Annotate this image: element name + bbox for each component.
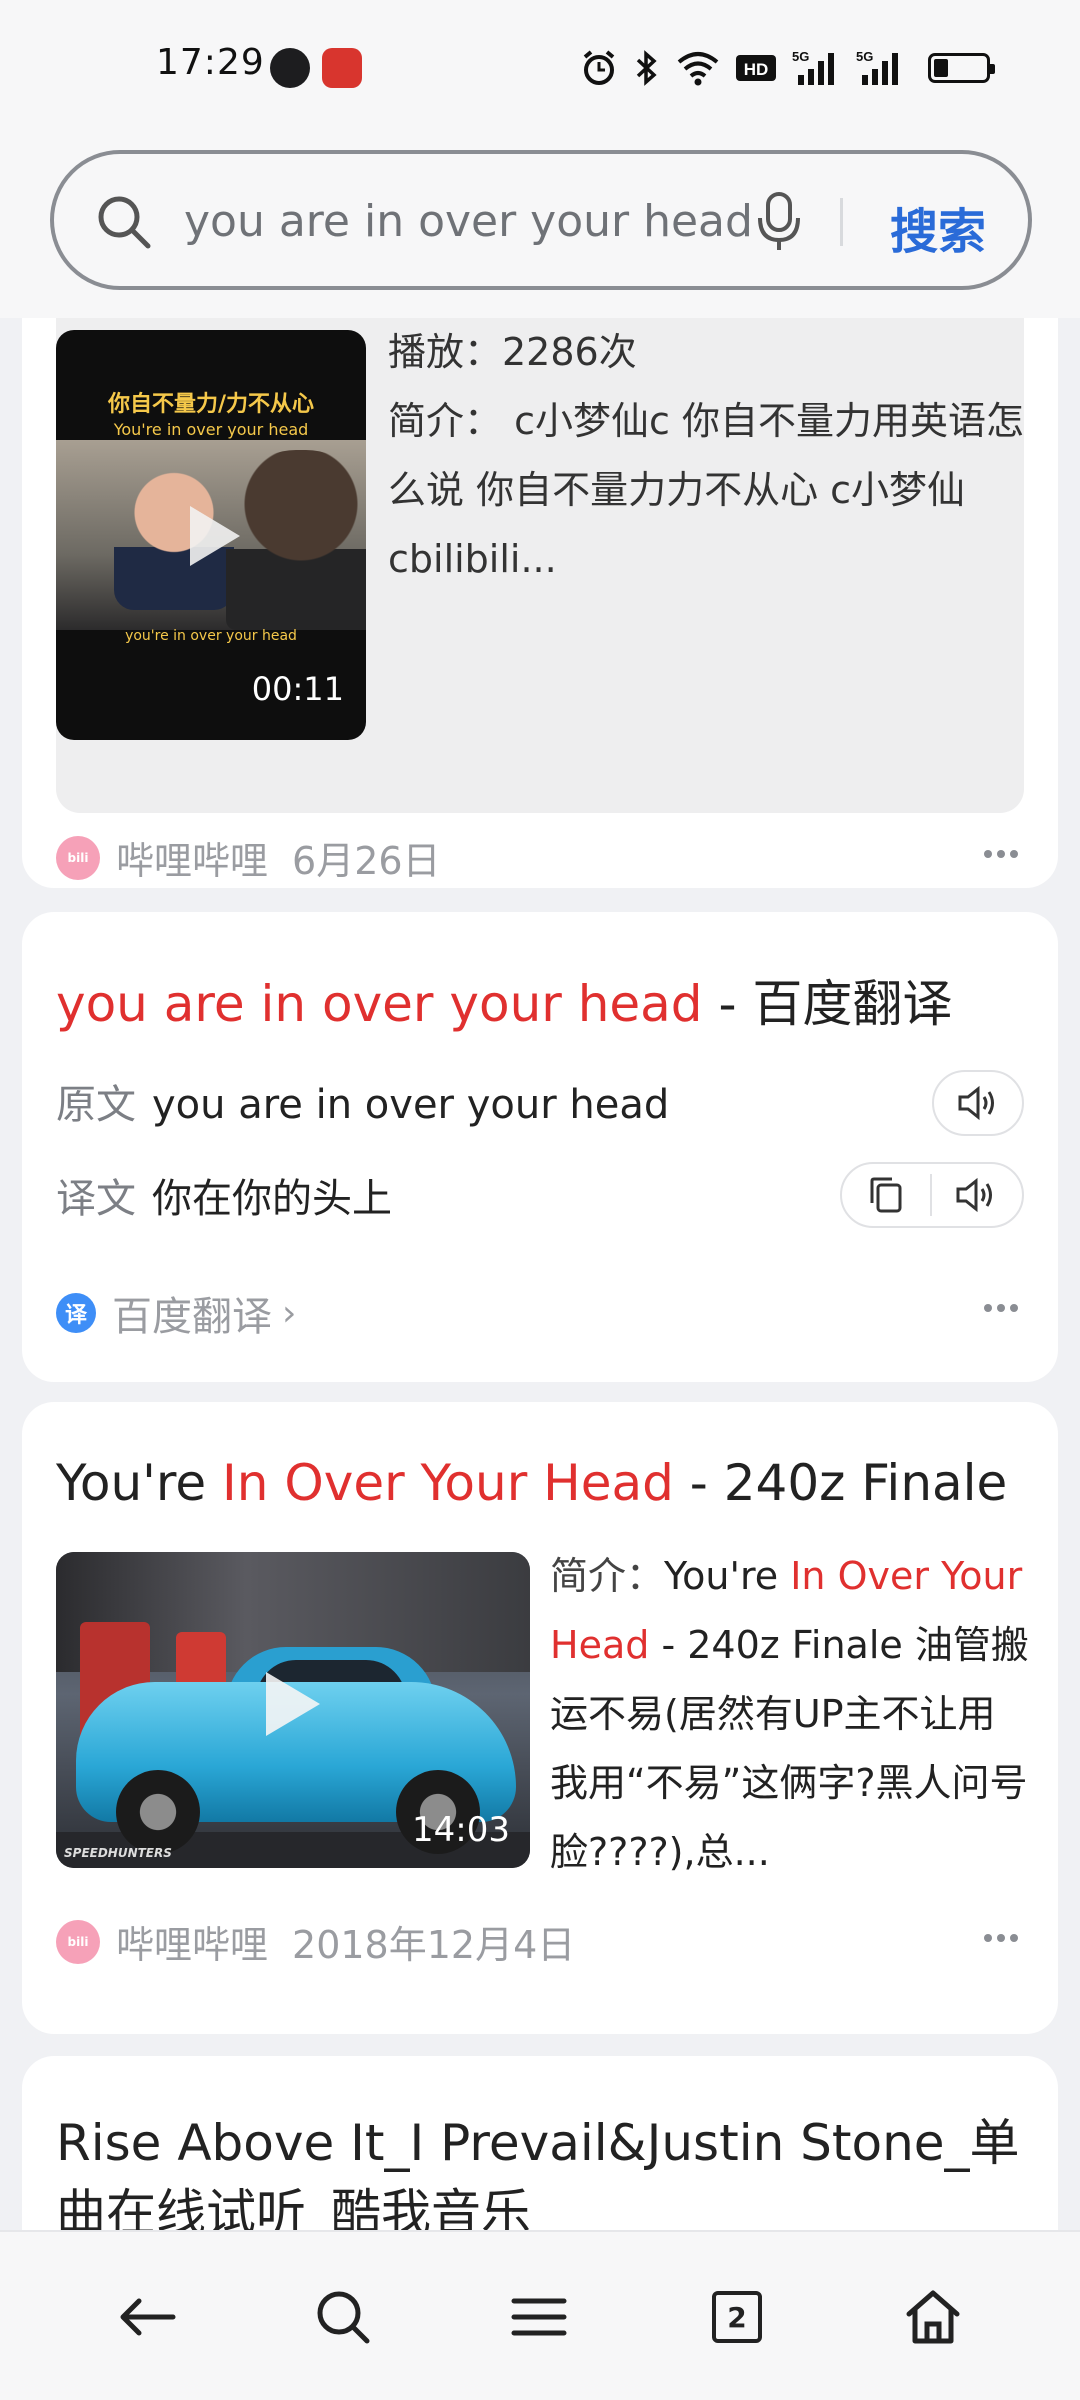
play-icon [266, 1672, 320, 1736]
translated-text: 你在你的头上 [152, 1176, 392, 1222]
video-thumbnail[interactable]: 你自不量力/力不从心 You're in over your head you'… [56, 330, 366, 740]
source-name: 哔哩哔哩 [116, 1923, 269, 1967]
notification-app-icon-red [322, 48, 362, 88]
play-count: 播放：2286次 [388, 330, 637, 374]
result-card-video[interactable]: You're In Over Your Head - 240z Finale S… [22, 1402, 1058, 2034]
result-title[interactable]: you are in over your head - 百度翻译 [56, 964, 952, 1036]
result-title[interactable]: You're In Over Your Head - 240z Finale [56, 1454, 1007, 1512]
video-duration: 00:11 [251, 670, 344, 708]
video-thumbnail[interactable]: SPEEDHUNTERS 14:03 [56, 1552, 530, 1868]
thumbnail-watermark: SPEEDHUNTERS [64, 1846, 172, 1860]
tab-count-icon: 2 [712, 2291, 762, 2343]
video-duration: 14:03 [412, 1810, 510, 1850]
translation-label: 译文 [56, 1176, 136, 1222]
video-result-body[interactable]: 你自不量力/力不从心 You're in over your head you'… [56, 318, 1024, 813]
source-name: 百度翻译 [112, 1294, 272, 1340]
result-title[interactable]: Rise Above It_I Prevail&Justin Stone_单曲在… [56, 2108, 1036, 2230]
original-text: you are in over your head [152, 1082, 670, 1128]
baidu-translate-logo-icon: 译 [56, 1293, 96, 1333]
play-icon [190, 506, 240, 566]
speaker-icon[interactable] [932, 1164, 1020, 1226]
result-source[interactable]: 译 百度翻译 › [56, 1284, 296, 1342]
home-icon [906, 2290, 960, 2344]
status-time: 17:29 [156, 42, 265, 83]
result-card-translation[interactable]: you are in over your head - 百度翻译 原文 you a… [22, 912, 1058, 1382]
video-description: 简介： c小梦仙c 你自不量力用英语怎么说 你自不量力力不从心 c小梦仙cbil… [388, 399, 1024, 581]
top-header: 17:29 HD 5G 5G you are in over your head… [0, 0, 1080, 318]
bilibili-logo-icon: bili [56, 1919, 100, 1964]
more-options-icon[interactable] [984, 1934, 1018, 1944]
search-bar[interactable]: you are in over your head 搜索 [50, 150, 1032, 290]
menu-icon [511, 2298, 567, 2336]
result-card-video[interactable]: 你自不量力/力不从心 You're in over your head you'… [22, 318, 1058, 888]
signal-5g-icon-2: 5G [856, 49, 898, 85]
speaker-icon [934, 1072, 1022, 1134]
more-options-icon[interactable] [984, 1304, 1018, 1314]
more-options-icon[interactable] [984, 850, 1018, 860]
search-button[interactable]: 搜索 [890, 192, 986, 262]
bluetooth-icon [636, 50, 657, 86]
video-description: 简介：You're In Over Your Head - 240z Final… [550, 1554, 1029, 1874]
home-button[interactable] [898, 2282, 968, 2352]
status-bar: 17:29 HD 5G 5G [0, 0, 1080, 140]
svg-text:5G: 5G [792, 49, 809, 64]
copy-icon[interactable] [842, 1164, 930, 1226]
source-name: 哔哩哔哩 [116, 839, 269, 883]
tabs-button[interactable]: 2 [702, 2282, 772, 2352]
results-feed: 你自不量力/力不从心 You're in over your head you'… [0, 318, 1080, 2230]
video-meta: 播放：2286次 简介： c小梦仙c 你自不量力用英语怎么说 你自不量力力不从心… [388, 318, 1024, 594]
play-original-audio-button[interactable] [932, 1070, 1024, 1136]
bottom-navigation: 2 [0, 2230, 1080, 2400]
menu-button[interactable] [504, 2282, 574, 2352]
thumbnail-caption-en: You're in over your head [113, 420, 309, 439]
hd-voice-icon: HD [736, 55, 776, 81]
svg-text:5G: 5G [856, 49, 873, 64]
search-divider [840, 198, 843, 246]
status-icons: HD 5G 5G [580, 44, 995, 92]
original-label: 原文 [56, 1082, 136, 1128]
translated-text-row: 译文 你在你的头上 [56, 1166, 392, 1224]
thumbnail-caption-cn: 你自不量力/力不从心 [107, 392, 315, 417]
svg-text:HD: HD [744, 60, 769, 79]
search-input[interactable]: you are in over your head [184, 196, 774, 247]
thumbnail-subtitle: you're in over your head [125, 628, 297, 644]
signal-5g-icon: 5G [792, 49, 834, 85]
bilibili-logo-icon: bili [56, 835, 100, 880]
alarm-icon [583, 50, 615, 85]
result-source[interactable]: bili 哔哩哔哩 2018年12月4日 [56, 1914, 575, 1969]
translation-actions [840, 1162, 1024, 1228]
original-text-row: 原文 you are in over your head [56, 1072, 669, 1130]
microphone-icon[interactable] [754, 190, 804, 254]
back-arrow-icon [120, 2298, 176, 2336]
search-icon [317, 2291, 370, 2344]
source-date: 6月26日 [292, 839, 441, 883]
result-source[interactable]: bili 哔哩哔哩 6月26日 [56, 830, 441, 885]
search-icon [98, 196, 151, 249]
back-button[interactable] [112, 2282, 182, 2352]
chevron-right-icon: › [282, 1292, 297, 1334]
source-date: 2018年12月4日 [292, 1923, 576, 1967]
battery-icon [928, 53, 995, 83]
result-card-music[interactable]: Rise Above It_I Prevail&Justin Stone_单曲在… [22, 2056, 1058, 2230]
notification-app-icon [270, 48, 310, 88]
wifi-icon [677, 52, 719, 86]
search-nav-button[interactable] [308, 2282, 378, 2352]
